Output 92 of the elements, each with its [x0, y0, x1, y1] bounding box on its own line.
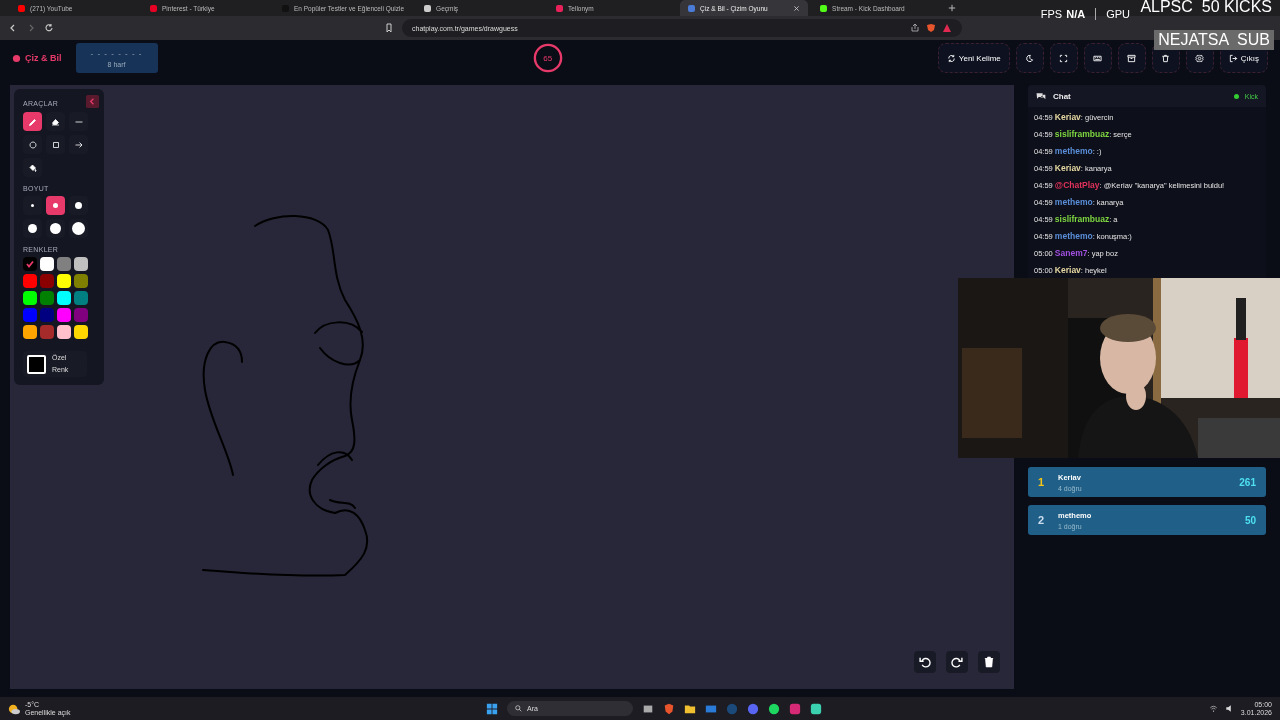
arrow-icon	[73, 139, 84, 150]
redo-button[interactable]	[946, 651, 968, 673]
color-swatch[interactable]	[57, 274, 71, 288]
word-hint: - - - - - - - -	[90, 48, 143, 58]
settings-icon	[1194, 53, 1204, 63]
brush-dot-icon	[72, 222, 85, 235]
performance-overlay: FPS N/A GPU	[1040, 8, 1130, 20]
app-logo[interactable]: Çiz & Bil	[12, 53, 62, 63]
start-icon[interactable]	[486, 702, 498, 715]
status-dot-icon	[1233, 93, 1239, 99]
app-icon[interactable]	[810, 702, 822, 715]
exit-icon	[1228, 53, 1238, 63]
triangle-icon[interactable]	[942, 23, 952, 33]
share-icon[interactable]	[910, 23, 920, 33]
refresh-icon	[946, 53, 956, 63]
rank-number: 1	[1038, 476, 1046, 488]
clear-button[interactable]	[978, 651, 1000, 673]
redo-icon	[950, 655, 964, 669]
bookmark-icon[interactable]	[384, 23, 394, 33]
brush-dot-icon	[28, 224, 37, 233]
eraser-icon	[50, 116, 61, 127]
color-swatch[interactable]	[40, 257, 54, 271]
color-swatch[interactable]	[40, 308, 54, 322]
circle-tool-button[interactable]	[23, 135, 42, 154]
brush-dot-icon	[50, 223, 61, 234]
timer-ring	[532, 43, 563, 73]
color-swatch[interactable]	[40, 274, 54, 288]
search-icon	[515, 705, 522, 712]
pencil-icon	[27, 116, 38, 127]
brush-size-button[interactable]	[46, 219, 65, 238]
color-swatch[interactable]	[74, 291, 88, 305]
eraser-tool-button[interactable]	[46, 112, 65, 131]
sub-alert-toast: NEJATSA SUB	[1154, 30, 1274, 50]
brush-dot-icon	[31, 204, 34, 207]
color-swatch[interactable]	[23, 308, 37, 322]
color-swatch[interactable]	[23, 257, 37, 271]
palette-icon	[12, 53, 21, 63]
trash-icon	[982, 655, 996, 669]
brush-size-button[interactable]	[23, 219, 42, 238]
brush-size-button[interactable]	[69, 219, 88, 238]
timer-value: 65	[543, 53, 553, 63]
browser-icon[interactable]	[663, 702, 675, 715]
color-swatch[interactable]	[57, 257, 71, 271]
color-swatch[interactable]	[57, 325, 71, 339]
archive-icon	[1126, 53, 1136, 63]
color-swatch[interactable]	[23, 291, 37, 305]
keyboard-icon	[1092, 53, 1102, 63]
undo-icon	[918, 655, 932, 669]
undo-button[interactable]	[914, 651, 936, 673]
player-score: 261	[1239, 476, 1256, 488]
new-word-button[interactable]: Yeni Kelime	[937, 43, 1010, 73]
color-swatch[interactable]	[74, 308, 88, 322]
chat-icon	[1036, 91, 1047, 101]
color-preview-icon	[27, 354, 46, 374]
collapse-button[interactable]	[86, 95, 99, 108]
color-swatch[interactable]	[57, 291, 71, 305]
new-tab-icon[interactable]	[948, 4, 957, 12]
color-swatch[interactable]	[23, 274, 37, 288]
rect-tool-button[interactable]	[46, 135, 65, 154]
reload-icon[interactable]	[44, 23, 54, 33]
theme-button[interactable]	[1015, 43, 1044, 73]
color-swatch[interactable]	[23, 325, 37, 339]
player-score: 50	[1244, 514, 1256, 526]
brush-dot-icon	[75, 202, 82, 209]
color-swatch[interactable]	[40, 291, 54, 305]
arrow-tool-button[interactable]	[69, 135, 88, 154]
trash-icon	[1160, 53, 1170, 63]
wifi-icon[interactable]	[1208, 704, 1218, 713]
color-swatch[interactable]	[74, 274, 88, 288]
chat-title: Chat	[1053, 91, 1071, 101]
archive-button[interactable]	[1117, 43, 1146, 73]
close-icon[interactable]	[793, 4, 801, 12]
moon-icon	[1024, 53, 1034, 63]
brush-size-button[interactable]	[69, 196, 88, 215]
shield-icon[interactable]	[926, 23, 936, 33]
color-swatch[interactable]	[74, 325, 88, 339]
pen-tool-button[interactable]	[23, 112, 42, 131]
brush-size-button[interactable]	[46, 196, 65, 215]
color-swatch[interactable]	[74, 257, 88, 271]
fullscreen-icon	[1058, 53, 1068, 63]
check-icon	[25, 259, 35, 269]
keyboard-button[interactable]	[1083, 43, 1112, 73]
color-swatch[interactable]	[57, 308, 71, 322]
fill-tool-button[interactable]	[23, 158, 42, 177]
rank-number: 2	[1038, 514, 1046, 526]
kicks-alert-text: ALPSC 50 KICKS	[1140, 0, 1272, 16]
line-tool-button[interactable]	[69, 112, 88, 131]
paint-bucket-icon	[27, 162, 38, 173]
weather-icon	[8, 702, 20, 715]
volume-icon[interactable]	[1224, 704, 1234, 713]
color-swatch[interactable]	[40, 325, 54, 339]
brush-dot-icon	[53, 203, 58, 208]
